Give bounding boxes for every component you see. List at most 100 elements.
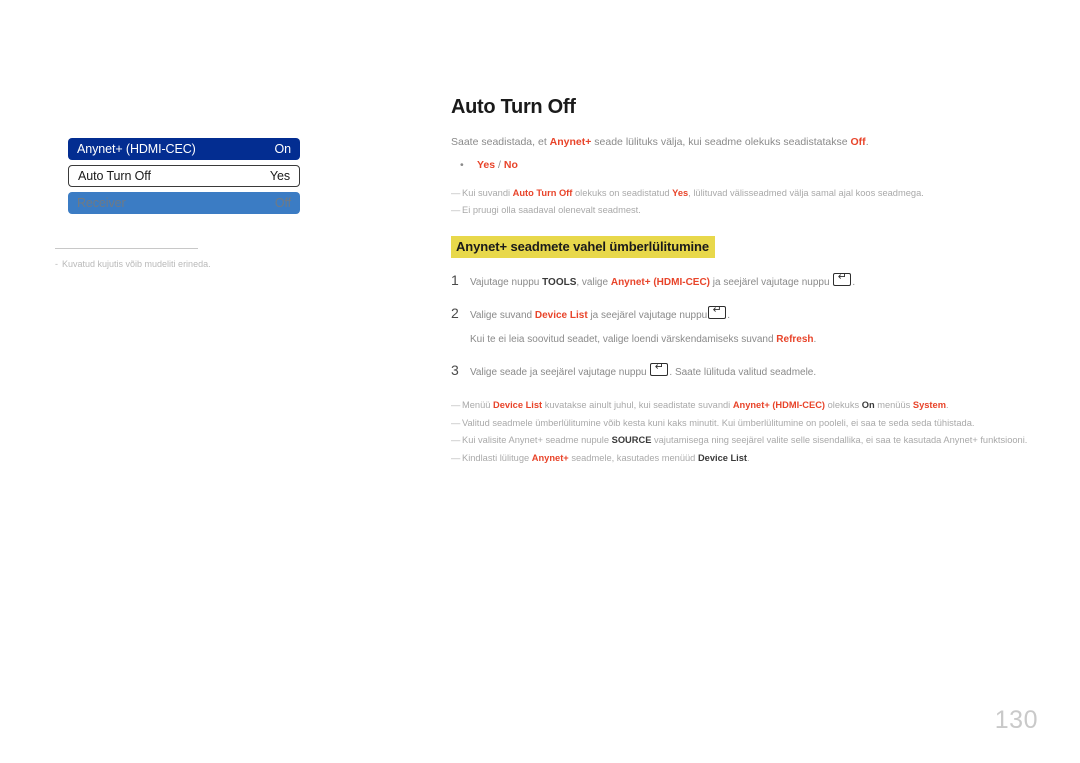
figure-caption-block: - Kuvatud kujutis võib mudeliti erineda. [55,248,305,269]
note-body: Kui suvandi Auto Turn Off olekuks on sea… [462,186,1041,200]
note-text: olekuks on seadistatud [572,187,673,198]
step-text: Valige seade ja seejärel vajutage nuppu … [470,360,1041,381]
osd-row-label: Anynet+ (HDMI-CEC) [77,142,196,156]
option-yes: Yes [477,158,496,171]
note-item: — Kindlasti lülituge Anynet+ seadmele, k… [451,451,1041,465]
intro-paragraph: Saate seadistada, et Anynet+ seade lülit… [451,135,1041,151]
caption-text: Kuvatud kujutis võib mudeliti erineda. [62,259,211,269]
step-text-part: Valige suvand [470,309,535,321]
intro-text-2: seade lülituks välja, kui seadme olekuks… [591,136,851,148]
note-dash-icon: — [451,400,461,411]
intro-text-1: Saate seadistada, et [451,136,550,148]
option-no: No [503,158,518,171]
step-item: 2 Valige suvand Device List ja seejärel … [451,303,1041,324]
step-text-part: Valige seade ja seejärel vajutage nuppu [470,366,650,378]
osd-row-value: Off [274,196,291,210]
note-dash-icon: — [451,204,461,215]
figure-divider [55,248,198,249]
note-dash-icon: — [451,435,461,446]
step-text-part: ja seejärel vajutage nuppu [587,309,708,321]
intro-emphasis-anynet: Anynet+ [549,136,592,148]
note-text: , lülituvad välisseadmed välja samal aja… [688,187,924,198]
page-title: Auto Turn Off [451,96,576,118]
osd-row-value: On [274,142,292,156]
note-text: . [945,400,949,411]
step-number: 3 [451,361,459,378]
note-item: — Valitud seadmele ümberlülitumine võib … [451,416,1041,430]
note-text: . [747,452,750,463]
note-emphasis-device-list: Device List [493,400,543,411]
figure-caption: - Kuvatud kujutis võib mudeliti erineda. [55,259,305,269]
enter-key-icon [708,303,727,319]
note-text: Kui valisite Anynet+ seadme nupule [462,435,612,446]
osd-row-label: Auto Turn Off [78,169,151,183]
note-emphasis-source: SOURCE [611,435,652,446]
sub-step-text-part: Kui te ei leia soovitud seadet, valige l… [470,334,777,346]
step-item: 1 Vajutage nuppu TOOLS, valige Anynet+ (… [451,270,1041,291]
note-emphasis-yes: Yes [672,187,689,198]
step-number: 2 [451,304,459,321]
options-bullet-row: • Yes / No [451,158,1041,174]
osd-row-label: Receiver [77,196,126,210]
options-list: Yes / No [477,158,518,174]
page-number: 130 [994,706,1038,734]
caption-dash: - [55,259,58,269]
osd-row-receiver: Receiver Off [68,192,300,214]
enter-key-icon [833,270,852,287]
step-text-part: . [727,309,730,321]
note-item: — Menüü Device List kuvatakse ainult juh… [451,398,1041,412]
note-body: Kindlasti lülituge Anynet+ seadmele, kas… [462,451,1041,465]
osd-row-anynet-hdmi-cec[interactable]: Anynet+ (HDMI-CEC) On [68,138,300,160]
step-emphasis-tools: TOOLS [542,277,577,289]
note-text: vajutamisega ning seejärel valite selle … [651,435,1028,446]
sub-step-emphasis-refresh: Refresh [776,334,814,346]
section-heading-highlighted: Anynet+ seadmete vahel ümberlülitumine [451,236,716,259]
note-emphasis-auto-turn-off: Auto Turn Off [512,187,573,198]
intro-text-3: . [865,136,869,148]
note-text: olekuks [825,400,862,411]
note-body: Kui valisite Anynet+ seadme nupule SOURC… [462,433,1041,447]
note-text: kuvatakse ainult juhul, kui seadistate s… [542,400,733,411]
step-emphasis-device-list: Device List [534,309,588,321]
osd-row-value: Yes [269,169,290,183]
note-emphasis-anynet: Anynet+ (HDMI-CEC) [732,400,826,411]
intro-notes-block: — Kui suvandi Auto Turn Off olekuks on s… [451,186,1041,218]
sub-step-text: Kui te ei leia soovitud seadet, valige l… [470,332,1041,348]
osd-row-auto-turn-off[interactable]: Auto Turn Off Yes [68,165,300,187]
step-text-part: Vajutage nuppu [470,277,543,289]
note-body: Ei pruugi olla saadaval olenevalt seadme… [462,204,641,215]
option-separator: / [495,158,504,171]
enter-key-icon [650,360,669,376]
note-item: — Ei pruugi olla saadaval olenevalt sead… [451,203,1041,217]
note-text: seadmele, kasutades menüüd [568,452,698,463]
osd-menu-figure: Anynet+ (HDMI-CEC) On Auto Turn Off Yes … [68,138,300,219]
intro-emphasis-off: Off [850,136,866,148]
note-dash-icon: — [451,452,461,463]
step-number: 1 [451,272,459,289]
step-text-part: , valige [576,277,611,289]
notes-block: — Menüü Device List kuvatakse ainult juh… [451,398,1041,465]
note-emphasis-device-list: Device List [697,452,748,463]
note-item: — Kui valisite Anynet+ seadme nupule SOU… [451,433,1041,447]
note-emphasis-on: On [861,400,875,411]
note-emphasis-anynet: Anynet+ [531,452,569,463]
note-body: Valitud seadmele ümberlülitumine võib ke… [462,417,975,428]
step-text-part: . Saate lülituda valitud seadmele. [669,366,817,378]
note-text: Kindlasti lülituge [462,452,532,463]
step-text-part: . [852,277,856,289]
note-dash-icon: — [451,417,461,428]
step-text: Vajutage nuppu TOOLS, valige Anynet+ (HD… [470,270,1041,291]
bullet-dot-icon: • [460,158,464,171]
step-text-part: ja seejärel vajutage nuppu [710,277,833,289]
note-emphasis-system: System [912,400,946,411]
step-text: Valige suvand Device List ja seejärel va… [470,303,1041,324]
sub-step-text-part: . [813,334,817,346]
note-item: — Kui suvandi Auto Turn Off olekuks on s… [451,186,1041,200]
step-emphasis-anynet: Anynet+ (HDMI-CEC) [610,277,711,289]
note-text: Kui suvandi [462,187,513,198]
note-text: Menüü [462,400,494,411]
note-body: Menüü Device List kuvatakse ainult juhul… [462,398,1041,412]
note-text: menüüs [874,400,913,411]
step-item: 3 Valige seade ja seejärel vajutage nupp… [451,360,1041,381]
note-dash-icon: — [451,187,461,198]
